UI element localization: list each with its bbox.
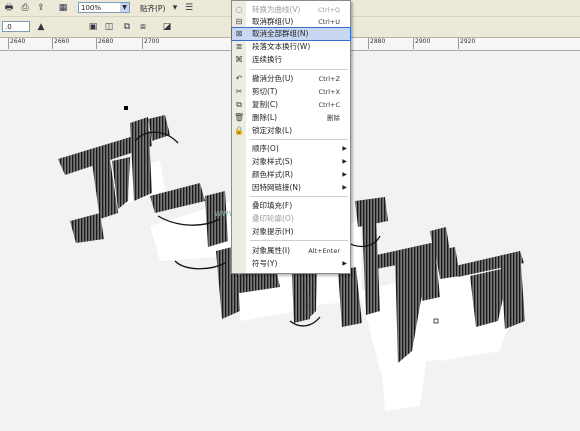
menu-item[interactable]: 对象样式(S) ▶: [232, 156, 350, 168]
menu-item-label: 对象样式(S): [252, 157, 293, 166]
copy-icon: ⧉: [236, 100, 242, 109]
menu-item-label: 对象属性(I): [252, 246, 291, 255]
menu-item-shortcut: Ctrl+X: [318, 88, 340, 96]
menu-item[interactable]: 颜色样式(R) ▶: [232, 169, 350, 181]
print-icon[interactable]: 🖶: [2, 1, 16, 14]
ruler-tick: 2920: [457, 38, 476, 49]
menu-separator: [250, 139, 348, 140]
menu-item-label: 复制(C): [252, 100, 279, 109]
chevron-down-icon[interactable]: ▼: [120, 3, 129, 12]
ruler-tick: 2640: [7, 38, 26, 49]
options-icon[interactable]: ☰: [182, 1, 196, 14]
menu-item[interactable]: 🗑 删除(L) 删除: [232, 112, 350, 124]
menu-item[interactable]: ↶ 撤消分色(U) Ctrl+Z: [232, 73, 350, 85]
dropdown-arrow-icon[interactable]: ▾: [168, 1, 182, 14]
arrange-icon[interactable]: ◪: [160, 20, 174, 33]
text-wrap-icon: ≣: [235, 42, 243, 51]
group-icon[interactable]: ▣: [86, 20, 100, 33]
menu-item-shortcut: Ctrl+U: [318, 18, 340, 26]
menu-item-label: 连续换行: [252, 55, 282, 64]
zoom-icon[interactable]: ▦: [56, 1, 70, 14]
menu-separator: [250, 240, 348, 241]
menu-item: ◌ 转换为曲线(V) Ctrl+Q: [232, 4, 350, 16]
position-field[interactable]: .0: [2, 21, 30, 32]
menu-item[interactable]: 🔒 锁定对象(L): [232, 125, 350, 137]
menu-item-label: 顺序(O): [252, 144, 279, 153]
menu-item[interactable]: 对象提示(H): [232, 226, 350, 238]
menu-item-label: 叠印填充(F): [252, 201, 293, 210]
print-preview-icon[interactable]: ⎙: [18, 1, 32, 14]
ungroup-icon[interactable]: ◫: [102, 20, 116, 33]
submenu-arrow-icon: ▶: [342, 171, 347, 178]
menu-item-shortcut: Ctrl+Z: [318, 75, 340, 83]
combine-icon[interactable]: ⧉: [120, 20, 134, 33]
ruler-tick: 2680: [95, 38, 114, 49]
menu-item-label: 对象提示(H): [252, 227, 294, 236]
menu-item: 叠印轮廓(O): [232, 213, 350, 225]
menu-item-label: 取消群组(U): [252, 17, 294, 26]
menu-separator: [250, 196, 348, 197]
position-value: .0: [5, 23, 12, 31]
link-icon: ⌘: [235, 55, 243, 64]
export-icon[interactable]: ⇪: [34, 1, 48, 14]
ruler-tick: 2660: [51, 38, 70, 49]
menu-item-label: 符号(Y): [252, 259, 278, 268]
menu-item-label: 叠印轮廓(O): [252, 214, 294, 223]
menu-separator: [250, 69, 348, 70]
menu-item[interactable]: 符号(Y) ▶: [232, 258, 350, 270]
menu-item-shortcut: Ctrl+C: [318, 101, 340, 109]
lock-icon: 🔒: [234, 126, 244, 135]
menu-item[interactable]: 对象属性(I) Alt+Enter: [232, 245, 350, 257]
menu-item-shortcut: Ctrl+Q: [317, 6, 340, 14]
unit-toggle-icon[interactable]: ▲: [34, 20, 48, 33]
context-menu: ◌ 转换为曲线(V) Ctrl+Q ⊟ 取消群组(U) Ctrl+U ⊠ 取消全部群组(N) ≣…: [231, 0, 351, 274]
menu-item-label: 转换为曲线(V): [252, 5, 301, 14]
menu-item-label: 因特网链接(N): [252, 183, 301, 192]
zoom-value: 100%: [81, 4, 102, 12]
menu-item-label: 段落文本换行(W): [252, 42, 311, 51]
undo-icon: ↶: [235, 74, 243, 83]
menu-item-label: 剪切(T): [252, 87, 278, 96]
trash-icon: 🗑: [234, 113, 245, 122]
snap-menu[interactable]: 贴齐(P): [140, 3, 165, 14]
ruler-tick: 2880: [367, 38, 386, 49]
break-apart-icon[interactable]: ⧈: [136, 20, 150, 33]
menu-item-label: 颜色样式(R): [252, 170, 294, 179]
ungroup-all-icon: ⊠: [235, 29, 243, 38]
menu-item[interactable]: ⌘ 连续换行: [232, 54, 350, 66]
submenu-arrow-icon: ▶: [342, 184, 347, 191]
zoom-select[interactable]: 100% ▼: [78, 2, 130, 13]
submenu-arrow-icon: ▶: [342, 158, 347, 165]
submenu-arrow-icon: ▶: [342, 145, 347, 152]
selection-handle[interactable]: [124, 106, 128, 110]
menu-item[interactable]: ⊟ 取消群组(U) Ctrl+U: [232, 16, 350, 28]
menu-item-shortcut: Alt+Enter: [308, 247, 340, 255]
menu-item-label: 撤消分色(U): [252, 74, 294, 83]
menu-item[interactable]: ⧉ 复制(C) Ctrl+C: [232, 99, 350, 111]
menu-item[interactable]: 顺序(O) ▶: [232, 143, 350, 155]
menu-item-label: 删除(L): [252, 113, 278, 122]
curve-icon: ◌: [235, 5, 243, 14]
menu-item[interactable]: 叠印填充(F): [232, 200, 350, 212]
submenu-arrow-icon: ▶: [342, 260, 347, 267]
menu-item[interactable]: ⊠ 取消全部群组(N): [231, 27, 351, 41]
ungroup-icon: ⊟: [235, 17, 243, 26]
menu-item[interactable]: 因特网链接(N) ▶: [232, 182, 350, 194]
menu-item[interactable]: ✂ 剪切(T) Ctrl+X: [232, 86, 350, 98]
scissors-icon: ✂: [235, 87, 243, 96]
node-handle[interactable]: [433, 318, 439, 324]
ruler-tick: 2700: [141, 38, 160, 49]
menu-item-shortcut: 删除: [327, 114, 340, 122]
ruler-tick: 2900: [412, 38, 431, 49]
menu-item-label: 锁定对象(L): [252, 126, 293, 135]
menu-item[interactable]: ≣ 段落文本换行(W): [232, 41, 350, 53]
menu-item-label: 取消全部群组(N): [252, 29, 309, 38]
